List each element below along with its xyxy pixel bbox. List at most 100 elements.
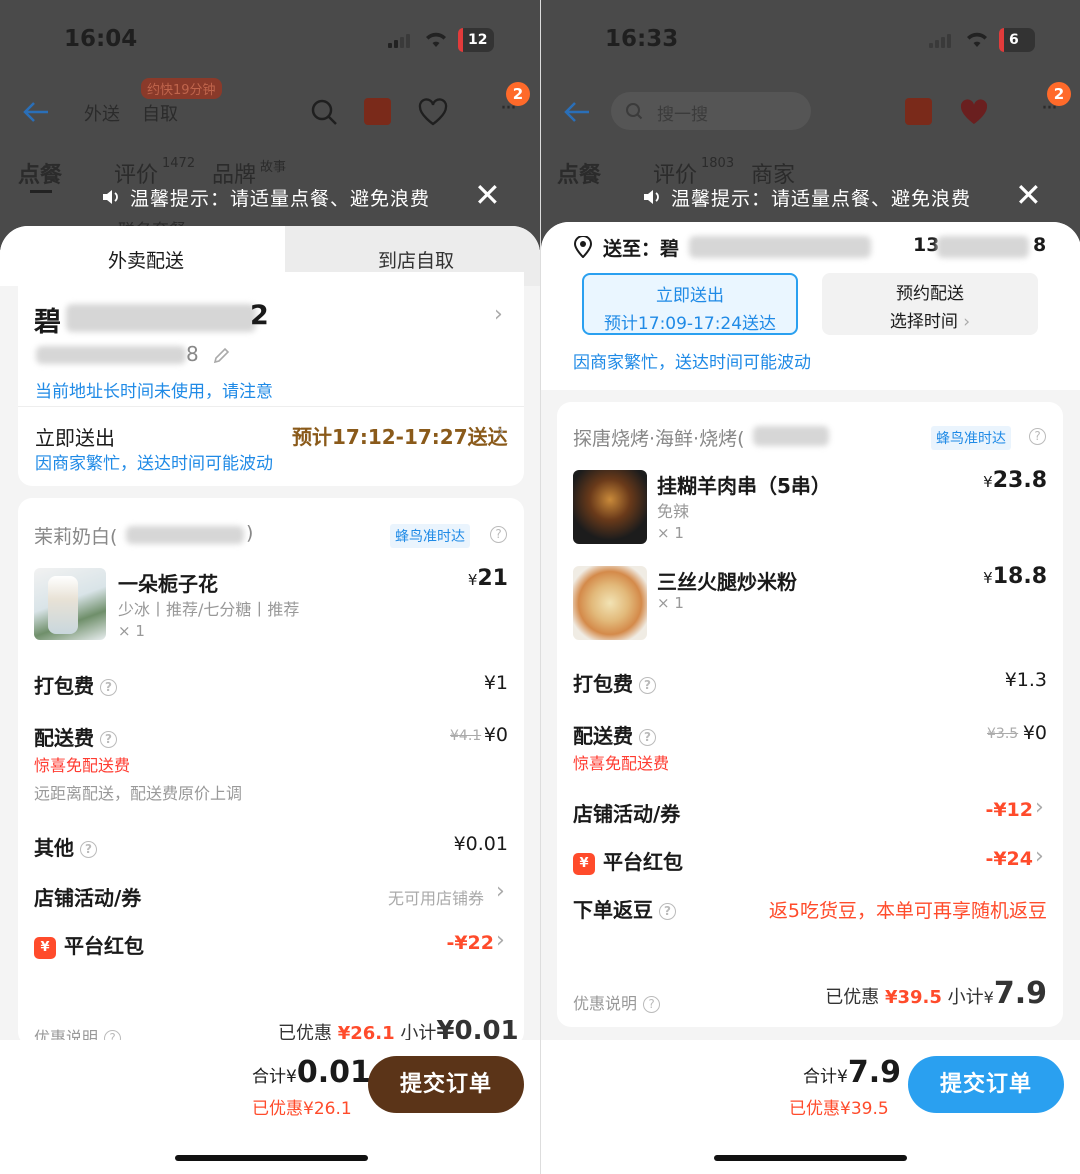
item-name: 一朵栀子花 (118, 572, 218, 596)
back-arrow-icon[interactable] (563, 99, 591, 125)
close-icon[interactable]: ✕ (474, 176, 501, 214)
other-fee-row: 其他? (34, 832, 97, 861)
divider (18, 406, 524, 407)
tip-text: 温馨提示：请适量点餐、避免浪费 (671, 188, 972, 210)
search-icon[interactable] (309, 97, 339, 127)
coupon-value[interactable]: 无可用店铺券 (388, 885, 484, 909)
right-screenshot: 16:33 6 搜一搜 ··· 2 点餐 评价 1803 商家 温馨提示：请适量… (540, 0, 1080, 1174)
redpacket-value[interactable]: -¥24 (967, 848, 1033, 870)
cashback-value: 返5吃货豆，本单可再享随机返豆 (768, 900, 1047, 922)
wifi-icon (967, 32, 987, 47)
order-card: 探唐烧烤·海鲜·烧烤( 蜂鸟准时达 ? 挂糊羊肉串（5串） 免辣 × 1 ¥23… (557, 402, 1063, 1027)
ontime-badge: 蜂鸟准时达 (931, 426, 1011, 450)
red-envelope-icon[interactable] (364, 98, 391, 125)
delivery-delay-note: 因商家繁忙，送达时间可能波动 (35, 454, 273, 474)
help-icon[interactable]: ? (490, 526, 507, 543)
total-row: 合计¥0.01 (252, 1055, 371, 1090)
redacted-name (66, 304, 256, 332)
recipient-name-end: 2 (250, 300, 269, 331)
tab-pickup[interactable]: 自取 (142, 100, 178, 126)
shipping-value: ¥0 (483, 724, 508, 746)
speaker-icon (103, 190, 118, 204)
favorite-heart-icon[interactable] (959, 98, 991, 126)
help-icon[interactable]: ? (100, 731, 117, 748)
store-tab-order[interactable]: 点餐 (557, 157, 601, 189)
lamb-skewers-thumbnail (573, 470, 647, 544)
chevron-right-icon: › (963, 312, 971, 332)
tip-text: 温馨提示：请适量点餐、避免浪费 (130, 188, 431, 210)
tab-delivery[interactable]: 外送 (84, 100, 120, 126)
coupon-label: 店铺活动/券 (34, 886, 142, 910)
signal-icon (388, 32, 412, 48)
left-screenshot: 16:04 12 外送 自取 约快19分钟 ··· 2 点餐 评价 1472 品… (0, 0, 540, 1174)
status-time: 16:33 (605, 26, 679, 52)
battery-indicator: 6 (999, 28, 1035, 52)
search-placeholder: 搜一搜 (657, 105, 708, 125)
address-card[interactable]: 碧 2 › 8 当前地址长时间未使用，请注意 立即送出 预计17:12-17:2… (18, 272, 524, 486)
deliver-now-title: 立即送出 (656, 286, 724, 306)
schedule-sub: 选择时间 › (889, 312, 971, 332)
help-icon[interactable]: ? (659, 903, 676, 920)
schedule-option[interactable]: 预约配送 选择时间 › (822, 273, 1038, 335)
chevron-right-icon: › (1035, 844, 1044, 869)
edit-icon[interactable] (212, 345, 232, 365)
red-envelope-icon[interactable] (905, 98, 932, 125)
shipping-original: ¥4.1 (450, 728, 482, 744)
drink-thumbnail (34, 568, 106, 640)
phone-end: 8 (1033, 234, 1047, 256)
brand-story: 故事 (260, 160, 287, 175)
store-name: 茉莉奶白( (34, 526, 118, 548)
help-icon[interactable]: ? (100, 679, 117, 696)
rice-noodle-thumbnail (573, 566, 647, 640)
store-tab-order[interactable]: 点餐 (18, 157, 62, 189)
tab-pickup-mode[interactable]: 到店自取 (378, 246, 454, 273)
deliver-now-option[interactable]: 立即送出 预计17:09-17:24送达 (582, 273, 798, 335)
review-count: 1803 (701, 156, 735, 171)
back-arrow-icon[interactable] (22, 99, 50, 125)
notification-badge: 2 (506, 82, 530, 106)
help-icon[interactable]: ? (639, 729, 656, 746)
favorite-heart-icon[interactable] (418, 98, 450, 126)
order-sheet: 外卖配送 到店自取 碧 2 › 8 当前地址长时间未使用，请注意 立即送出 预计… (0, 226, 540, 1047)
delivery-now-label: 立即送出 (35, 426, 115, 450)
ship-to-row[interactable]: 送至：碧 (603, 234, 679, 261)
chevron-right-icon: › (1035, 795, 1044, 820)
cashback-row: 下单返豆? (573, 894, 676, 923)
item-spec: 免辣 (657, 502, 690, 521)
help-icon[interactable]: ? (1029, 428, 1046, 445)
shipping-original: ¥3.5 (987, 726, 1019, 742)
item-price: ¥21 (467, 566, 508, 591)
bottom-saved: 已优惠¥26.1 (252, 1099, 352, 1119)
phone-start: 13 (913, 234, 940, 256)
coupon-value[interactable]: -¥12 (967, 799, 1033, 821)
help-icon[interactable]: ? (80, 841, 97, 858)
packing-fee-value: ¥1 (483, 672, 508, 694)
store-name: 探唐烧烤·海鲜·烧烤( (573, 428, 745, 450)
home-indicator (714, 1155, 907, 1161)
help-icon[interactable]: ? (639, 677, 656, 694)
redacted-address (689, 236, 871, 258)
redpacket-value[interactable]: -¥22 (444, 932, 494, 954)
other-fee-value: ¥0.01 (453, 833, 508, 855)
item-spec: 少冰丨推荐/七分糖丨推荐 (118, 600, 300, 619)
tab-delivery-mode[interactable]: 外卖配送 (108, 246, 184, 273)
free-shipping-promo: 惊喜免配送费 (573, 754, 670, 773)
search-box[interactable]: 搜一搜 (611, 92, 811, 130)
submit-order-button[interactable]: 提交订单 (368, 1056, 524, 1113)
discount-note-row[interactable]: 优惠说明? (573, 990, 661, 1014)
chevron-right-icon: › (496, 879, 505, 904)
shipping-fee-row: 配送费? (34, 722, 117, 751)
delivery-eta[interactable]: 预计17:12-17:27送达 (292, 421, 508, 450)
redacted-store-branch (753, 426, 829, 446)
redpacket-row: ¥ 平台红包 (34, 930, 144, 959)
chevron-right-icon: › (496, 928, 505, 953)
shipping-note: 远距离配送，配送费原价上调 (34, 784, 243, 803)
close-icon[interactable]: ✕ (1015, 176, 1042, 214)
packing-fee-row: 打包费? (573, 668, 656, 697)
submit-order-button[interactable]: 提交订单 (908, 1056, 1064, 1113)
store-name-end: ) (246, 522, 254, 544)
redpacket-row: ¥ 平台红包 (573, 846, 683, 875)
notification-badge: 2 (1047, 82, 1071, 106)
redacted-phone (36, 346, 186, 364)
signal-icon (929, 32, 953, 48)
